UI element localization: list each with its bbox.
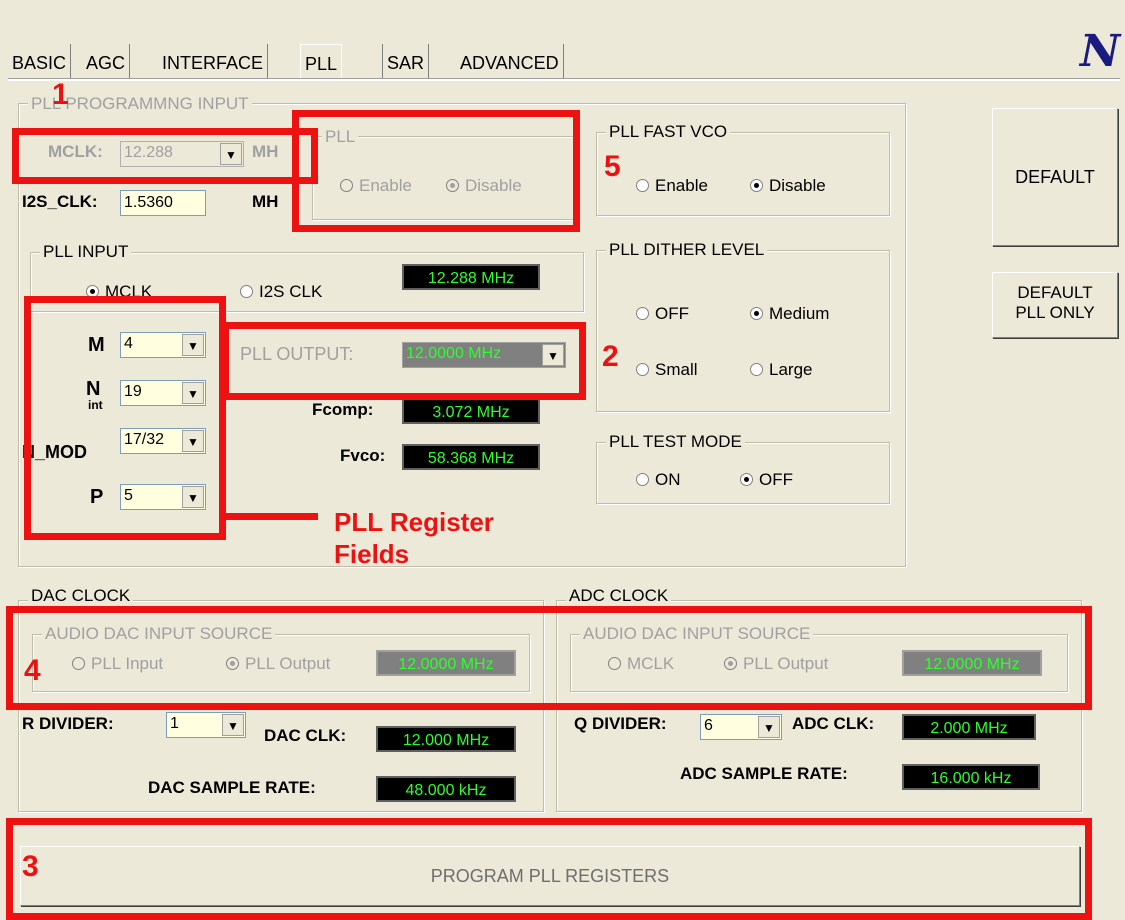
annotation-number-4: 4 — [24, 654, 41, 687]
radio-icon — [750, 363, 763, 376]
pll-input-title: PLL INPUT — [40, 242, 132, 262]
dither-small-label: Small — [655, 360, 698, 379]
annotation-number-5: 5 — [604, 150, 621, 183]
annotation-number-1: 1 — [52, 78, 69, 111]
test-mode-off-label: OFF — [759, 470, 793, 489]
fast-vco-disable-label: Disable — [769, 176, 826, 195]
radio-icon — [636, 363, 649, 376]
dither-group — [596, 250, 890, 412]
fcomp-label: Fcomp: — [312, 400, 374, 419]
fast-vco-enable-radio[interactable]: Enable — [636, 176, 708, 196]
r-divider-combo[interactable]: 1 ▼ — [166, 712, 246, 738]
dither-large-label: Large — [769, 360, 813, 379]
annotation-number-2: 2 — [602, 340, 619, 373]
tab-pll[interactable]: PLL — [300, 44, 343, 79]
radio-icon — [240, 285, 253, 298]
q-divider-value: 6 — [704, 717, 713, 734]
adc-sample-rate-display: 16.000 kHz — [902, 764, 1040, 790]
national-semiconductor-logo: N — [1080, 26, 1121, 77]
pll-register-fields-line1: PLL Register — [334, 507, 494, 537]
pll-register-fields-line2: Fields — [334, 539, 410, 569]
adc-clock-title: ADC CLOCK — [566, 586, 672, 606]
default-pll-only-button[interactable]: DEFAULT PLL ONLY — [992, 272, 1118, 338]
i2s-clk-unit: MH — [252, 192, 279, 211]
radio-icon — [636, 307, 649, 320]
radio-icon — [636, 179, 649, 192]
fast-vco-disable-radio[interactable]: Disable — [750, 176, 826, 196]
fvco-label: Fvco: — [340, 446, 386, 465]
dac-clk-label: DAC CLK: — [264, 726, 347, 745]
fvco-display: 58.368 MHz — [402, 444, 540, 470]
i2s-clk-label: I2S_CLK: — [22, 192, 98, 211]
dither-title: PLL DITHER LEVEL — [606, 240, 768, 260]
chevron-down-icon[interactable]: ▼ — [222, 714, 244, 736]
dither-off-label: OFF — [655, 304, 689, 323]
annotation-box-5 — [292, 110, 580, 232]
default-pll-only-line1: DEFAULT — [1017, 283, 1093, 302]
pll-input-i2s-radio[interactable]: I2S CLK — [240, 282, 322, 302]
test-mode-on-label: ON — [655, 470, 681, 489]
dither-medium-label: Medium — [769, 304, 830, 323]
pll-register-fields-label: PLL Register Fields — [334, 506, 494, 570]
radio-icon — [750, 179, 763, 192]
default-button[interactable]: DEFAULT — [992, 108, 1118, 246]
q-divider-label: Q DIVIDER: — [574, 714, 667, 733]
dac-clk-display: 12.000 MHz — [376, 726, 516, 752]
test-mode-title: PLL TEST MODE — [606, 432, 745, 452]
tab-interface[interactable]: INTERFACE — [158, 44, 269, 78]
radio-icon — [740, 473, 753, 486]
annotation-number-3: 3 — [22, 850, 39, 883]
q-divider-combo[interactable]: 6 ▼ — [700, 714, 782, 740]
test-mode-off-radio[interactable]: OFF — [740, 470, 793, 490]
adc-clk-label: ADC CLK: — [792, 714, 875, 733]
annotation-box-fields — [24, 296, 226, 540]
dac-sample-rate-label: DAC SAMPLE RATE: — [148, 778, 316, 797]
tab-agc[interactable]: AGC — [82, 44, 131, 78]
adc-sample-rate-label: ADC SAMPLE RATE: — [680, 764, 848, 783]
annotation-box-1 — [12, 128, 318, 184]
r-divider-value: 1 — [170, 715, 179, 732]
test-mode-on-radio[interactable]: ON — [636, 470, 681, 490]
radio-icon — [750, 307, 763, 320]
annotation-box-4 — [6, 606, 1092, 710]
dither-medium-radio[interactable]: Medium — [750, 304, 829, 324]
chevron-down-icon[interactable]: ▼ — [758, 716, 780, 738]
i2s-clk-field[interactable]: 1.5360 — [120, 190, 206, 216]
dac-sample-rate-display: 48.000 kHz — [376, 776, 516, 802]
annotation-box-3 — [6, 818, 1092, 920]
fast-vco-enable-label: Enable — [655, 176, 708, 195]
tab-sar[interactable]: SAR — [382, 44, 430, 78]
pll-input-i2s-label: I2S CLK — [259, 282, 323, 301]
tab-divider — [8, 78, 1120, 81]
annotation-box-2 — [222, 322, 586, 400]
dac-clock-title: DAC CLOCK — [28, 586, 134, 606]
default-pll-only-line2: PLL ONLY — [1015, 303, 1095, 322]
tab-advanced[interactable]: ADVANCED — [456, 44, 564, 78]
tab-bar: BASIC AGC INTERFACE PLL SAR ADVANCED — [8, 44, 1008, 80]
dither-large-radio[interactable]: Large — [750, 360, 812, 380]
r-divider-label: R DIVIDER: — [22, 714, 114, 733]
tab-basic[interactable]: BASIC — [8, 44, 72, 78]
dither-off-radio[interactable]: OFF — [636, 304, 689, 324]
adc-clk-display: 2.000 MHz — [902, 714, 1036, 740]
pll-input-freq-display: 12.288 MHz — [402, 264, 540, 290]
pll-fast-vco-title: PLL FAST VCO — [606, 122, 731, 142]
pll-fast-vco-group — [596, 132, 890, 216]
annotation-connector — [222, 513, 318, 520]
fcomp-display: 3.072 MHz — [402, 398, 540, 424]
radio-icon — [636, 473, 649, 486]
dither-small-radio[interactable]: Small — [636, 360, 698, 380]
